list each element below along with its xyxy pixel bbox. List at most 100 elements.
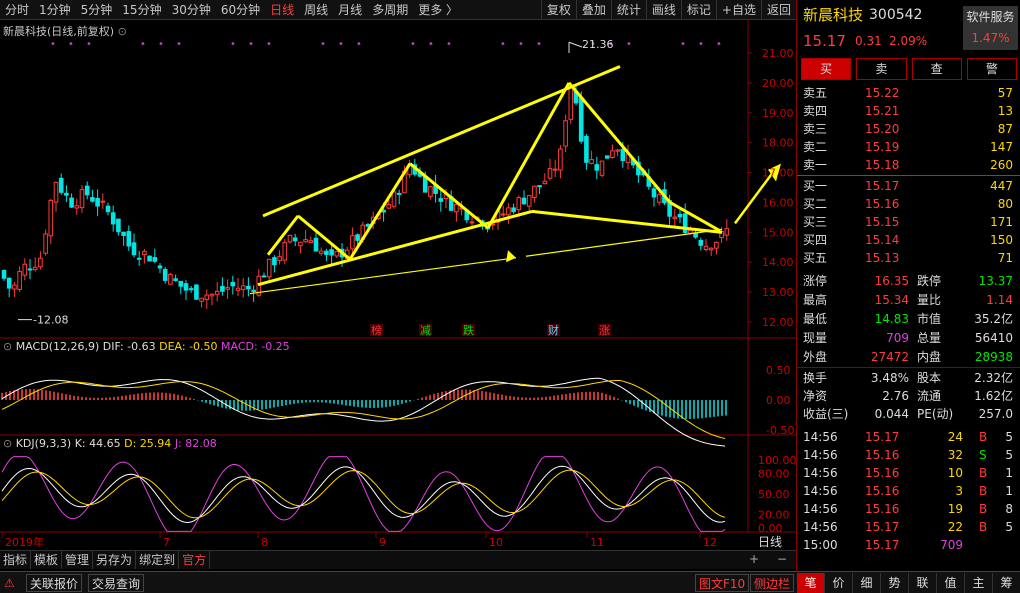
stat-label: 最高 — [803, 293, 828, 307]
candle — [537, 185, 542, 188]
event-dot: • — [140, 39, 146, 50]
period-tab-1[interactable]: 1分钟 — [34, 0, 76, 20]
panel-tab-4[interactable]: 联 — [909, 573, 937, 593]
tick-side: B — [979, 484, 988, 498]
candle — [220, 285, 225, 292]
stat-value: 2.76 — [882, 389, 909, 403]
period-tab-10[interactable]: 更多 〉 — [413, 0, 463, 20]
buy-level: 买一 15.17 447 — [797, 177, 1020, 195]
candle — [240, 285, 246, 290]
period-tab-2[interactable]: 5分钟 — [76, 0, 118, 20]
candle — [318, 250, 324, 254]
candle — [292, 237, 298, 242]
trade-query-link[interactable]: 交易查询 — [88, 574, 145, 592]
period-tab-7[interactable]: 周线 — [299, 0, 333, 20]
time-tick: 2019年 — [5, 535, 44, 549]
stat-value: 35.2亿 — [974, 312, 1013, 326]
stat-value: 1.62亿 — [974, 389, 1013, 403]
indicator-tab-5[interactable]: 官方 — [179, 551, 211, 569]
indicator-tab-0[interactable]: 指标 — [0, 551, 32, 569]
period-tab-5[interactable]: 60分钟 — [216, 0, 265, 20]
toolbar-button-2[interactable]: 统计 — [610, 0, 646, 20]
stat-value: 1.14 — [986, 293, 1013, 307]
trade-action-3[interactable]: 警 — [966, 58, 1017, 80]
toolbar-button-5[interactable]: +自选 — [715, 0, 761, 20]
indicator-tab-2[interactable]: 管理 — [62, 551, 94, 569]
toolbar-button-0[interactable]: 复权 — [540, 0, 576, 20]
stat-label: 内盘 — [917, 350, 942, 364]
candle — [1, 270, 7, 279]
period-tab-8[interactable]: 月线 — [333, 0, 367, 20]
toolbar-button-6[interactable]: 返回 — [760, 0, 796, 20]
macd-tick: 0.50 — [766, 364, 791, 377]
candle — [157, 265, 163, 269]
buy-level: 买三 15.15 171 — [797, 213, 1020, 231]
candle — [261, 275, 267, 278]
kline-chart[interactable]: 21.00 20.00 19.00 18.00 17.00 16.00 15.00 14.00… — [0, 20, 796, 550]
indicator-tab-4[interactable]: 绑定到 — [136, 551, 180, 569]
tick-price: 15.16 — [865, 448, 900, 462]
candle — [714, 241, 719, 249]
zoom-out-icon[interactable]: − — [777, 550, 787, 569]
chart-dropdown-icon[interactable]: ⊙ — [118, 25, 127, 38]
trade-action-1[interactable]: 卖 — [856, 58, 907, 80]
macd-toggle-icon[interactable]: ⊙ — [3, 340, 16, 353]
book-label: 买二 — [803, 197, 828, 211]
candle — [230, 281, 236, 287]
related-quote-link[interactable]: 关联报价 — [26, 574, 83, 592]
toolbar-button-4[interactable]: 标记 — [680, 0, 716, 20]
period-tab-9[interactable]: 多周期 — [367, 0, 413, 20]
candle — [584, 135, 589, 163]
book-label: 卖四 — [803, 104, 828, 118]
event-dot: • — [698, 39, 704, 50]
candle — [277, 256, 282, 261]
candle — [266, 258, 272, 278]
candle — [303, 239, 308, 243]
candle — [38, 257, 43, 268]
f10-button[interactable]: 图文F10 — [695, 574, 750, 592]
trade-action-0[interactable]: 买 — [801, 58, 852, 80]
candle — [287, 234, 293, 243]
tick-row: 14:56 15.16 32 S 5 — [797, 446, 1020, 464]
tick-row: 15:00 15.17 709 — [797, 536, 1020, 554]
candle — [199, 297, 204, 302]
stat-value: 709 — [886, 331, 909, 345]
panel-tab-0[interactable]: 笔 — [797, 573, 825, 593]
candle — [672, 216, 678, 219]
sidebar-button[interactable]: 侧边栏 — [750, 574, 795, 592]
candle — [17, 271, 22, 290]
period-tab-3[interactable]: 15分钟 — [117, 0, 166, 20]
period-tab-4[interactable]: 30分钟 — [167, 0, 216, 20]
order-book: 卖五 15.22 57 卖四 15.21 13 卖三 15.20 87 卖二 15.19 147 卖一 1… — [797, 84, 1020, 270]
panel-tab-3[interactable]: 势 — [881, 573, 909, 593]
trade-actions: 买卖查警 — [801, 58, 1017, 80]
event-dot: • — [320, 39, 326, 50]
candle — [324, 250, 329, 255]
zoom-in-icon[interactable]: + — [749, 550, 759, 569]
toolbar-button-3[interactable]: 画线 — [645, 0, 681, 20]
panel-tab-2[interactable]: 细 — [853, 573, 881, 593]
indicator-tab-1[interactable]: 模板 — [31, 551, 63, 569]
kdj-toggle-icon[interactable]: ⊙ — [3, 437, 16, 450]
panel-tab-7[interactable]: 筹 — [993, 573, 1020, 593]
panel-tab-6[interactable]: 主 — [965, 573, 993, 593]
panel-tab-1[interactable]: 价 — [825, 573, 853, 593]
candle — [147, 255, 152, 262]
period-tab-0[interactable]: 分时 — [0, 0, 34, 20]
price-tick: 12.00 — [762, 316, 794, 329]
period-tab-6[interactable]: 日线 — [265, 0, 299, 20]
tick-time: 15:00 — [803, 538, 838, 552]
trade-action-2[interactable]: 查 — [911, 58, 962, 80]
candle — [313, 237, 319, 252]
candle — [235, 287, 241, 291]
indicator-tab-3[interactable]: 另存为 — [93, 551, 137, 569]
candle — [594, 164, 600, 171]
candle — [152, 257, 158, 262]
tick-count: 5 — [1005, 520, 1013, 534]
panel-tab-5[interactable]: 值 — [937, 573, 965, 593]
event-dot: • — [680, 39, 686, 50]
event-dot: • — [500, 39, 506, 50]
stats-row: 最低 14.83 市值 35.2亿 — [797, 310, 1020, 328]
alert-icon[interactable]: ⚠ — [4, 574, 15, 592]
toolbar-button-1[interactable]: 叠加 — [575, 0, 611, 20]
